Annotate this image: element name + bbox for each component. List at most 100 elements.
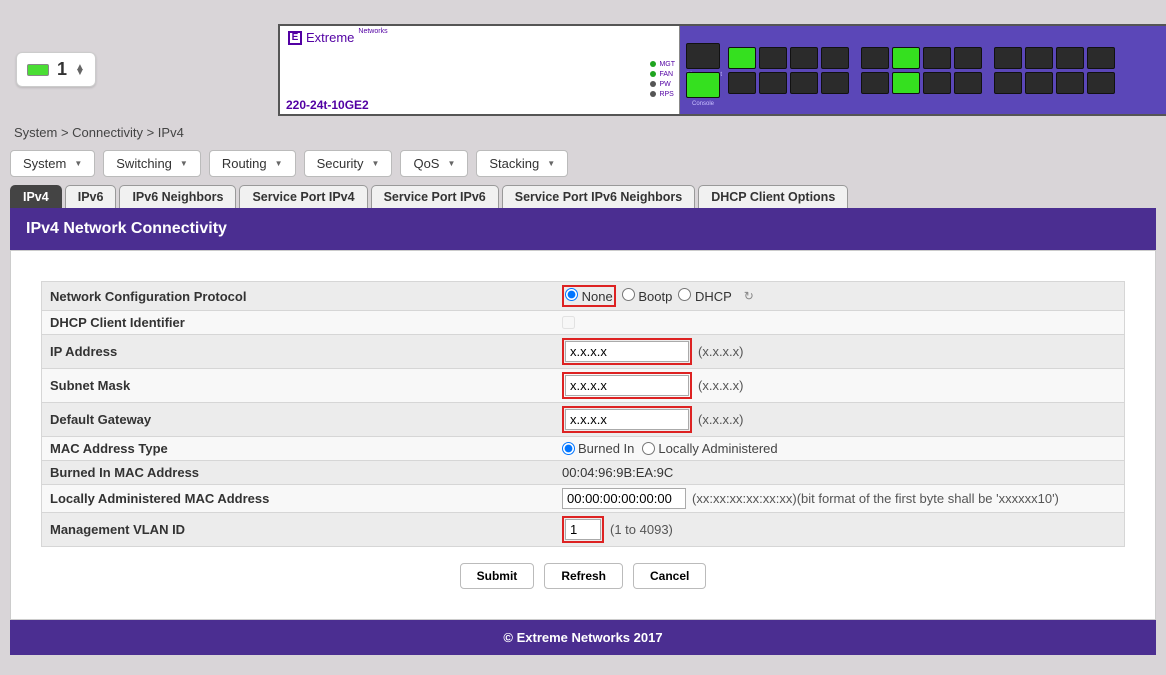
device-color-swatch [27,64,49,76]
menu-system[interactable]: System▼ [10,150,95,177]
port[interactable] [821,72,849,94]
chevron-down-icon: ▼ [372,159,380,168]
switch-status-leds: MGT FAN PW RPS [650,60,675,100]
subtab-row: IPv4 IPv6 IPv6 Neighbors Service Port IP… [0,185,1166,208]
port[interactable] [728,72,756,94]
gw-label: Default Gateway [42,408,558,431]
port-panel: Management Console [680,26,1166,114]
port[interactable] [994,47,1022,69]
led-rps: RPS [650,90,675,100]
gw-input[interactable] [565,409,689,430]
content-panel: Network Configuration Protocol None Boot… [10,250,1156,620]
mgmt-port[interactable]: Management [686,43,720,69]
port[interactable] [728,47,756,69]
breadcrumb: System > Connectivity > IPv4 [0,115,1166,146]
tab-ipv6-neighbors[interactable]: IPv6 Neighbors [119,185,236,208]
mac-type-local[interactable]: Locally Administered [642,441,777,456]
tab-service-port-ipv6[interactable]: Service Port IPv6 [371,185,499,208]
tab-service-port-ipv6-neighbors[interactable]: Service Port IPv6 Neighbors [502,185,695,208]
spinner-icon: ▲▼ [75,65,85,75]
tab-ipv4[interactable]: IPv4 [10,185,62,208]
menu-routing[interactable]: Routing▼ [209,150,296,177]
device-selector-value: 1 [57,59,67,80]
mac-type-burned-in[interactable]: Burned In [562,441,634,456]
tab-service-port-ipv4[interactable]: Service Port IPv4 [239,185,367,208]
brand-text: Extreme [306,30,354,45]
ip-label: IP Address [42,340,558,363]
chevron-down-icon: ▼ [180,159,188,168]
dhcp-id-label: DHCP Client Identifier [42,311,558,334]
main-menubar: System▼ Switching▼ Routing▼ Security▼ Qo… [0,146,1166,185]
footer: © Extreme Networks 2017 [10,620,1156,655]
switch-graphic: E Extreme Networks 220-24t-10GE2 MGT FAN… [278,24,1166,116]
port[interactable] [923,72,951,94]
port[interactable] [1087,47,1115,69]
ip-input[interactable] [565,341,689,362]
led-pw: PW [650,80,675,90]
chevron-down-icon: ▼ [74,159,82,168]
menu-security[interactable]: Security▼ [304,150,393,177]
local-mac-input[interactable] [562,488,686,509]
vlan-label: Management VLAN ID [42,518,558,541]
burned-mac-value: 00:04:96:9B:EA:9C [562,465,673,480]
vlan-input[interactable] [565,519,601,540]
chevron-down-icon: ▼ [447,159,455,168]
port[interactable] [1056,47,1084,69]
port[interactable] [821,47,849,69]
vlan-hint: (1 to 4093) [610,522,673,537]
brand-logo-icon: E [288,31,302,45]
dhcp-id-checkbox [562,316,575,329]
mask-hint: (x.x.x.x) [698,378,744,393]
ip-hint: (x.x.x.x) [698,344,744,359]
mac-type-label: MAC Address Type [42,437,558,460]
refresh-icon[interactable]: ↻ [744,289,754,303]
highlight-box: None [562,285,616,307]
led-mgt: MGT [650,60,675,70]
cancel-button[interactable]: Cancel [633,563,706,589]
port[interactable] [759,47,787,69]
console-port[interactable]: Console [686,72,720,98]
local-mac-label: Locally Administered MAC Address [42,487,558,510]
port[interactable] [861,72,889,94]
page-title: IPv4 Network Connectivity [10,208,1156,250]
burned-mac-label: Burned In MAC Address [42,461,558,484]
action-button-row: Submit Refresh Cancel [41,547,1125,609]
brand-subtext: Networks [358,28,387,35]
submit-button[interactable]: Submit [460,563,535,589]
port[interactable] [954,47,982,69]
chevron-down-icon: ▼ [275,159,283,168]
local-mac-hint: (xx:xx:xx:xx:xx:xx)(bit format of the fi… [692,491,1059,506]
port[interactable] [1025,72,1053,94]
port[interactable] [790,47,818,69]
port[interactable] [954,72,982,94]
menu-stacking[interactable]: Stacking▼ [476,150,568,177]
ncp-label: Network Configuration Protocol [42,285,558,308]
switch-faceplate: E Extreme Networks 220-24t-10GE2 MGT FAN… [280,26,680,114]
menu-qos[interactable]: QoS▼ [400,150,468,177]
port[interactable] [861,47,889,69]
ncp-radio-dhcp[interactable]: DHCP [678,288,731,304]
top-area: 1 ▲▼ E Extreme Networks 220-24t-10GE2 MG… [0,0,1166,115]
ncp-radio-none[interactable]: None [565,288,613,304]
port[interactable] [1087,72,1115,94]
led-fan: FAN [650,70,675,80]
tab-dhcp-client-options[interactable]: DHCP Client Options [698,185,848,208]
chevron-down-icon: ▼ [547,159,555,168]
port[interactable] [892,72,920,94]
tab-ipv6[interactable]: IPv6 [65,185,117,208]
device-selector[interactable]: 1 ▲▼ [16,52,96,87]
switch-model: 220-24t-10GE2 [286,98,369,112]
port[interactable] [790,72,818,94]
gw-hint: (x.x.x.x) [698,412,744,427]
port[interactable] [759,72,787,94]
port[interactable] [1025,47,1053,69]
mask-input[interactable] [565,375,689,396]
ncp-radio-bootp[interactable]: Bootp [622,288,673,304]
port[interactable] [923,47,951,69]
menu-switching[interactable]: Switching▼ [103,150,201,177]
refresh-button[interactable]: Refresh [544,563,623,589]
mask-label: Subnet Mask [42,374,558,397]
port[interactable] [892,47,920,69]
port[interactable] [1056,72,1084,94]
port[interactable] [994,72,1022,94]
